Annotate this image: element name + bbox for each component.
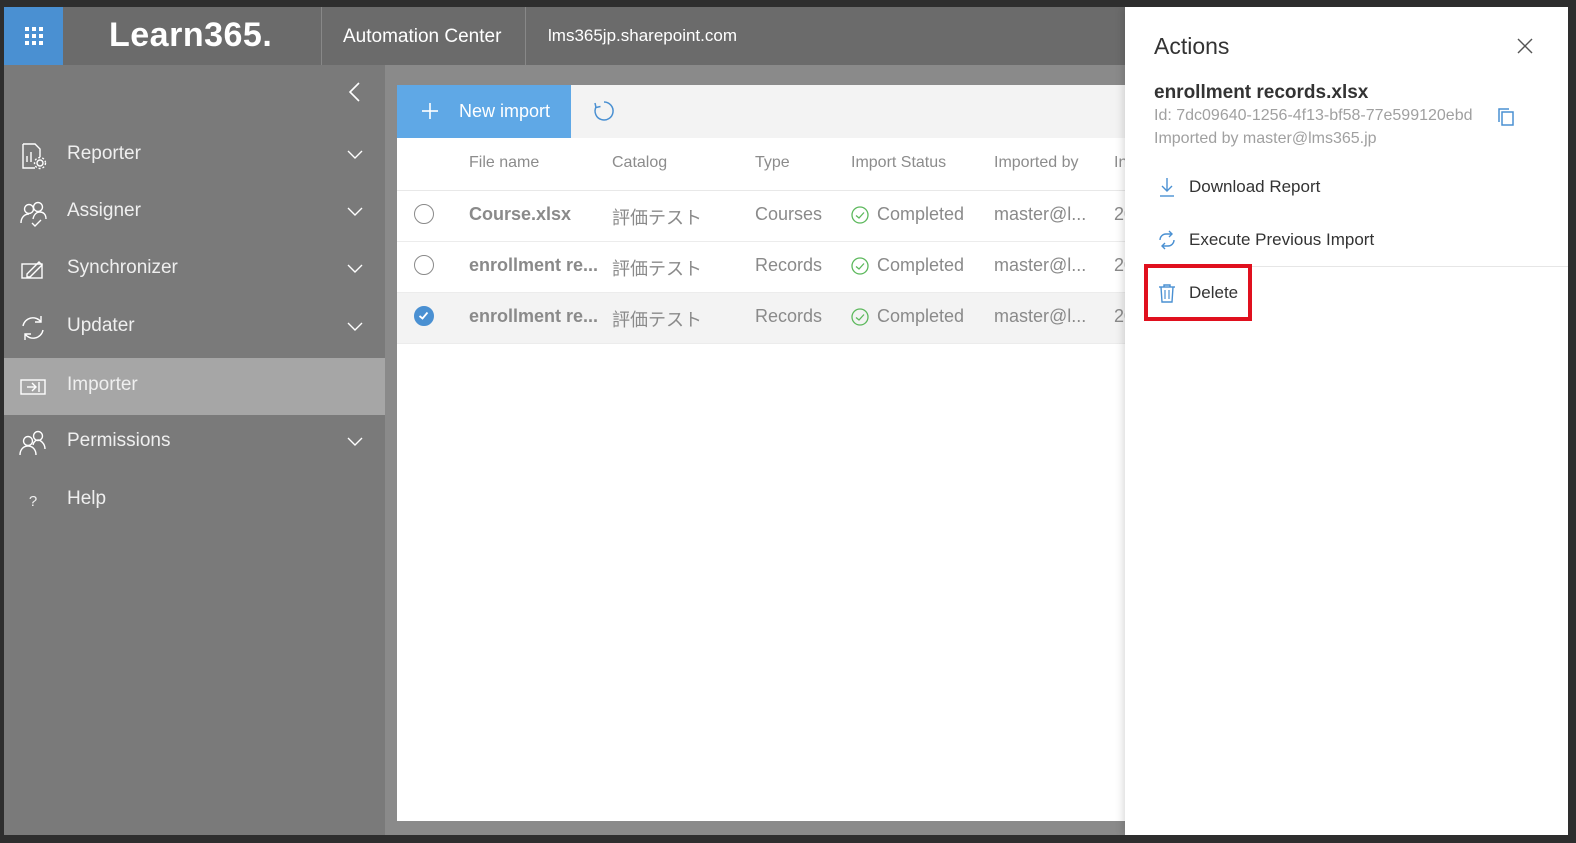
sidebar-item-label: Importer [67,374,138,395]
sidebar-item-label: Assigner [67,200,141,221]
selected-file-name: enrollment records.xlsx [1154,82,1369,103]
site-url: lms365jp.sharepoint.com [548,26,737,45]
new-import-label: New import [459,101,551,121]
assigner-icon [18,198,48,228]
delete-highlight-box [1144,264,1252,321]
help-icon: ? [28,492,38,510]
waffle-icon [24,27,43,45]
divider [525,7,526,65]
execute-previous-import-action[interactable]: Execute Previous Import [1149,220,1539,260]
collapse-sidebar-button[interactable] [344,80,368,104]
column-header-file-name[interactable]: File name [469,154,539,172]
row-select-radio[interactable] [414,204,434,224]
sidebar-item-synchronizer[interactable]: Synchronizer [4,241,385,298]
file-name-cell: Course.xlsx [469,204,572,224]
logo: Learn365. [109,16,273,54]
sidebar-item-help[interactable]: ? Help [4,472,385,529]
file-name-cell: enrollment re... [469,306,599,326]
status-cell: Completed [877,204,965,224]
check-circle-icon [851,206,869,224]
check-circle-icon [851,308,869,326]
column-header-imported-by[interactable]: Imported by [994,154,1078,172]
column-header-type[interactable]: Type [755,154,790,172]
sidebar: Reporter Assigner Synchronizer Updater I… [4,65,385,835]
app-window: Learn365. Automation Center lms365jp.sha… [4,7,1568,835]
sidebar-item-updater[interactable]: Updater [4,299,385,356]
importer-icon [18,372,48,402]
column-header-catalog[interactable]: Catalog [612,154,667,172]
row-select-radio[interactable] [414,306,434,326]
refresh-icon[interactable] [593,100,615,122]
reporter-icon [18,141,48,171]
download-icon [1160,178,1174,197]
plus-icon [422,103,438,119]
sidebar-item-label: Synchronizer [67,257,178,278]
panel-title: Actions [1154,33,1230,59]
catalog-cell: 評価テスト [612,310,702,330]
synchronizer-icon [18,255,48,285]
action-label: Execute Previous Import [1189,230,1375,249]
divider [321,7,322,65]
chevron-down-icon[interactable] [347,205,363,217]
sidebar-item-reporter[interactable]: Reporter [4,127,385,184]
catalog-cell: 評価テスト [612,259,702,279]
imported-by-cell: master@l... [994,255,1087,275]
check-circle-icon [851,257,869,275]
check-icon [418,311,429,320]
close-icon[interactable] [1517,38,1533,54]
app-title[interactable]: Automation Center [343,26,501,48]
sidebar-item-importer[interactable]: Importer [4,358,385,415]
updater-icon [18,313,48,343]
imported-by-cell: master@l... [994,306,1087,326]
row-select-radio[interactable] [414,255,434,275]
chevron-down-icon[interactable] [347,148,363,160]
status-cell: Completed [877,306,965,326]
permissions-icon [18,428,48,458]
new-import-button[interactable]: New import [397,85,571,138]
status-cell: Completed [877,255,965,275]
sidebar-item-assigner[interactable]: Assigner [4,184,385,241]
file-name-cell: enrollment re... [469,255,599,275]
copy-icon[interactable] [1497,107,1515,127]
type-cell: Courses [755,204,823,224]
column-header-import-status[interactable]: Import Status [851,154,946,172]
catalog-cell: 評価テスト [612,208,702,228]
actions-panel: Actions enrollment records.xlsx Id: 7dc0… [1125,7,1568,835]
type-cell: Records [755,255,823,275]
repeat-icon [1159,230,1175,250]
app-launcher-button[interactable] [4,7,63,65]
sidebar-item-label: Permissions [67,430,171,451]
sidebar-item-permissions[interactable]: Permissions [4,414,385,471]
action-label: Download Report [1189,177,1321,196]
chevron-down-icon[interactable] [347,320,363,332]
sidebar-item-label: Reporter [67,143,141,164]
sidebar-item-label: Help [67,488,107,509]
selected-file-id: Id: 7dc09640-1256-4f13-bf58-77e599120ebd [1154,107,1473,124]
imported-by-label: Imported by master@lms365.jp [1154,130,1377,147]
chevron-down-icon[interactable] [347,435,363,447]
imported-by-cell: master@l... [994,204,1087,224]
sidebar-item-label: Updater [67,315,135,336]
chevron-down-icon[interactable] [347,262,363,274]
type-cell: Records [755,306,823,326]
download-report-action[interactable]: Download Report [1149,167,1539,207]
